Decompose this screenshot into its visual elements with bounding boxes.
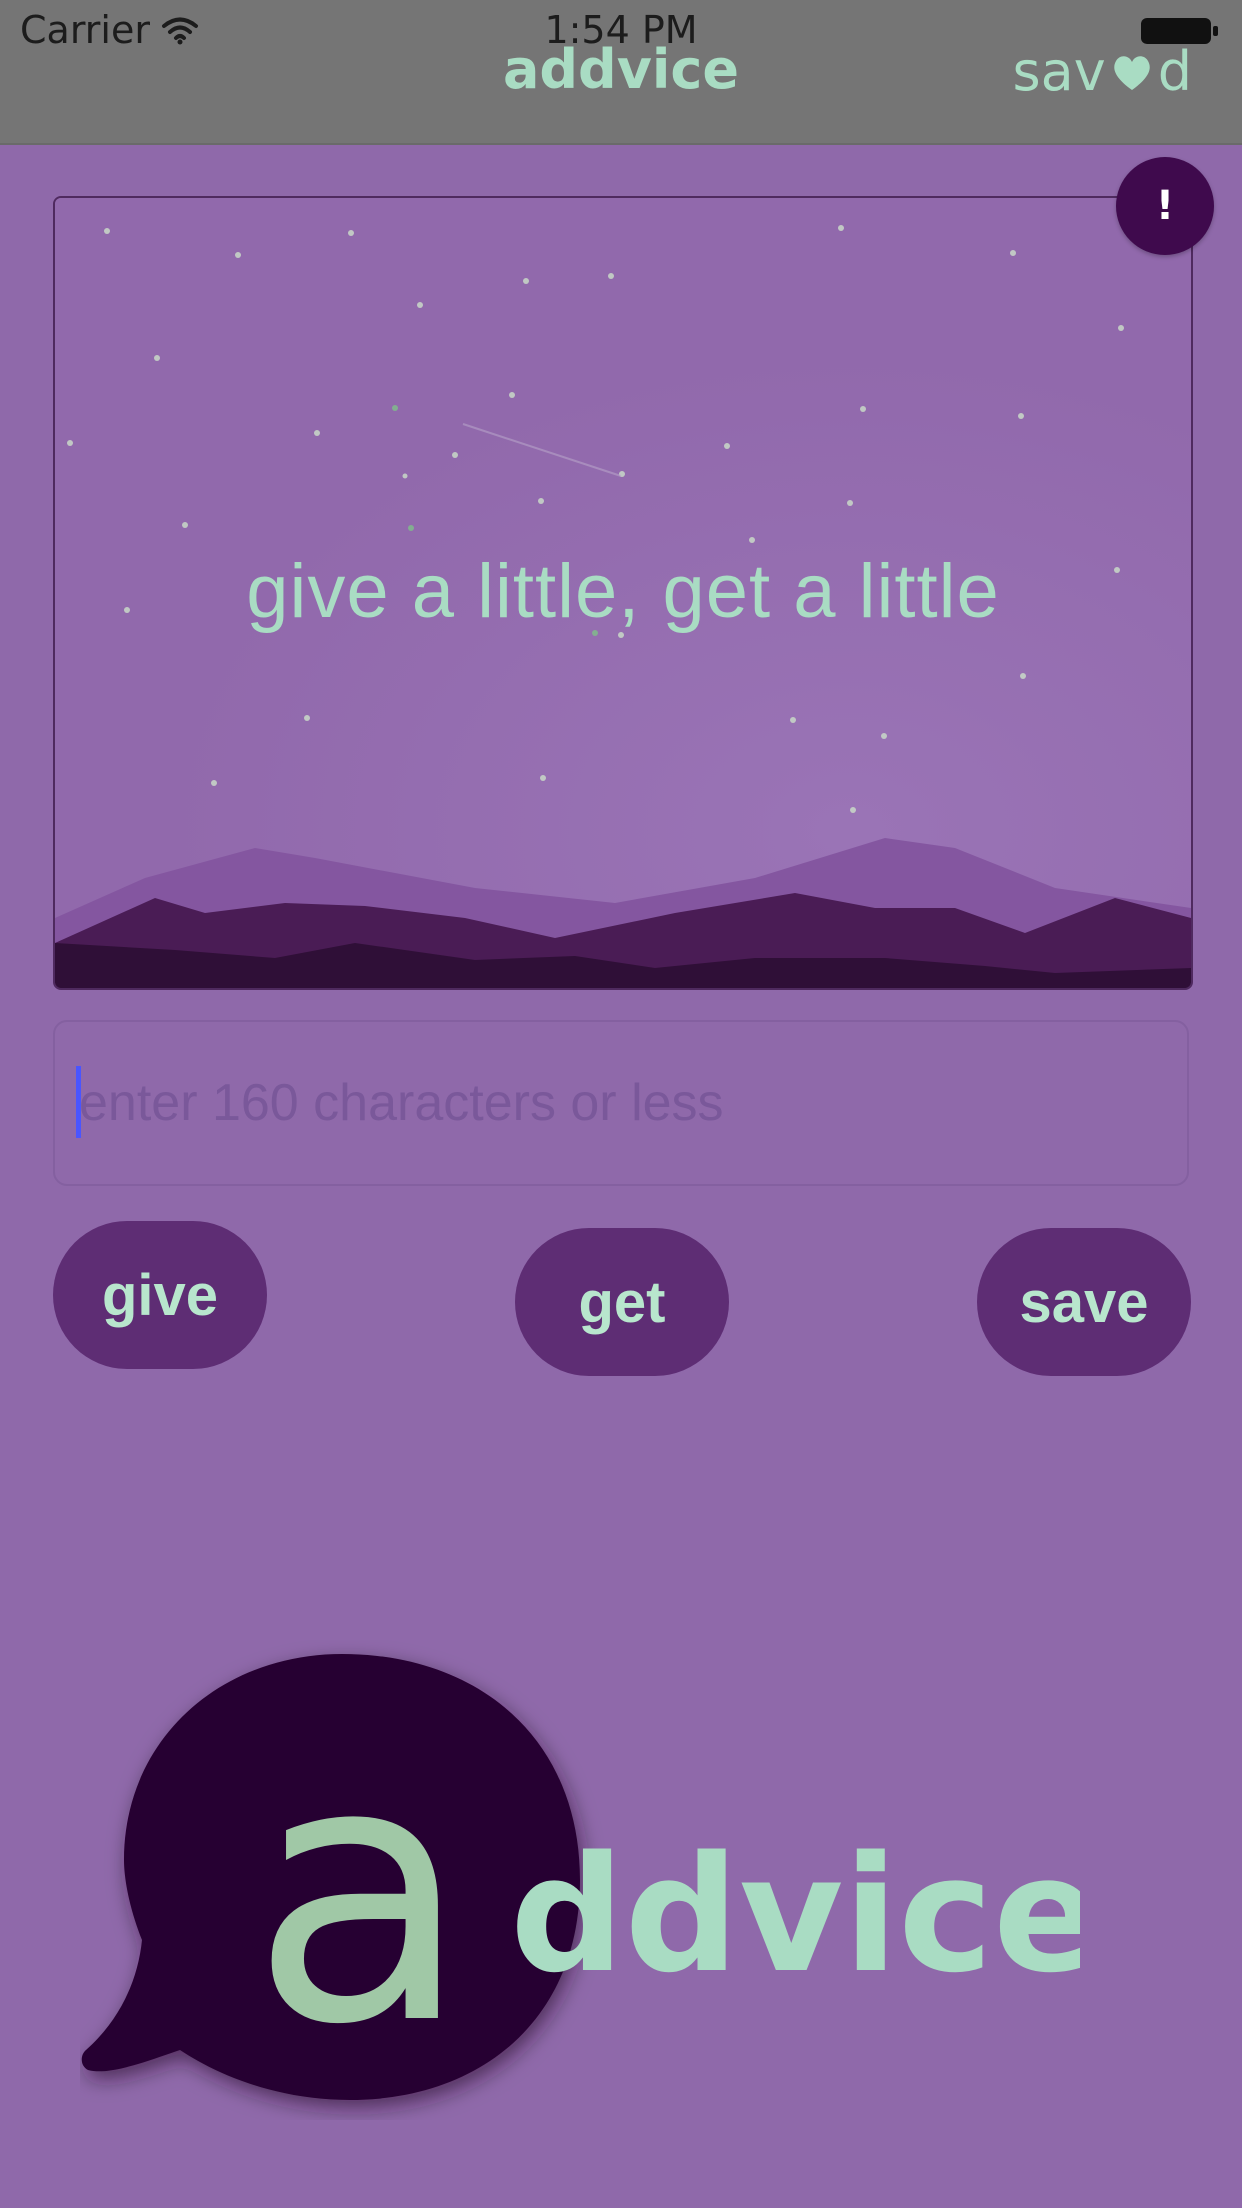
- saved-prefix: sav: [1012, 40, 1106, 103]
- get-button[interactable]: get: [515, 1228, 729, 1376]
- advice-input[interactable]: [53, 1020, 1189, 1186]
- text-cursor: [76, 1066, 81, 1138]
- addvice-logo: a ddvice: [81, 1654, 1080, 2103]
- logo-wordmark: ddvice: [510, 1821, 1080, 2008]
- saved-button[interactable]: sav d: [1013, 40, 1192, 103]
- navigation-bar: Carrier 1:54 PM addvice sav d: [0, 0, 1242, 145]
- app-screen: Carrier 1:54 PM addvice sav d give a lit…: [0, 0, 1242, 2208]
- hero-card: give a little, get a little: [53, 196, 1193, 990]
- save-button[interactable]: save: [977, 1228, 1191, 1376]
- saved-suffix: d: [1157, 40, 1192, 103]
- heart-icon: [1113, 55, 1150, 90]
- logo-letter-a: a: [250, 1684, 471, 2103]
- info-alert-button[interactable]: !: [1116, 157, 1214, 255]
- give-button[interactable]: give: [53, 1221, 267, 1369]
- hero-tagline: give a little, get a little: [246, 549, 1000, 634]
